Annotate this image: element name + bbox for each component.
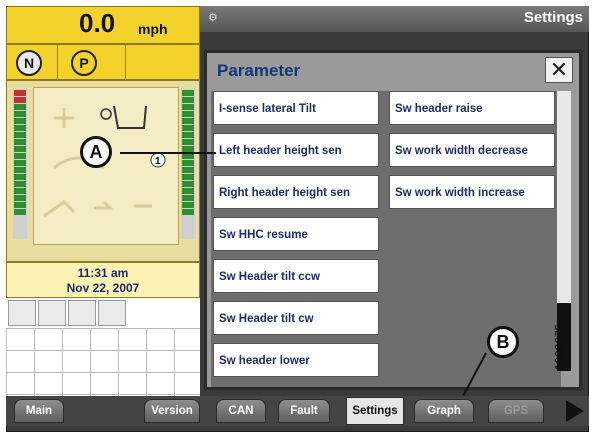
reel-aft-icon[interactable] xyxy=(98,300,126,326)
parameter-item[interactable]: Sw HHC resume xyxy=(213,217,379,251)
speed-readout: 0.0 mph xyxy=(6,6,200,44)
callout-a: A xyxy=(80,136,112,168)
right-height-gauge xyxy=(181,89,195,239)
knife-icon[interactable] xyxy=(38,300,66,326)
parameter-item[interactable]: Sw header raise xyxy=(389,91,555,125)
parameter-item[interactable]: Sw work width increase xyxy=(389,175,555,209)
reel-fore-icon[interactable] xyxy=(68,300,96,326)
speed-value: 0.0 xyxy=(79,8,116,38)
tab-graph[interactable]: Graph xyxy=(414,399,474,423)
parameter-dialog: Parameter ✕ I-sense lateral Tilt Left he… xyxy=(204,50,582,390)
tab-bar: Main Version CAN Fault Settings Graph GP… xyxy=(6,396,589,426)
divider xyxy=(57,45,58,79)
date-time: 11:31 am Nov 22, 2007 xyxy=(6,262,200,298)
numeric-indicator: 1 xyxy=(155,156,161,167)
park-indicator: P xyxy=(71,50,97,76)
date-label: Nov 22, 2007 xyxy=(66,281,140,295)
callout-b: B xyxy=(487,326,519,358)
header-diagram-icon: 1 xyxy=(43,105,166,218)
dialog-title: Parameter xyxy=(217,61,301,80)
callout-a-leader xyxy=(120,152,216,154)
parameter-item[interactable]: Sw work width decrease xyxy=(389,133,555,167)
tab-fault[interactable]: Fault xyxy=(278,399,330,423)
parameter-item[interactable]: Sw Header tilt ccw xyxy=(213,259,379,293)
next-arrow-icon[interactable] xyxy=(566,400,584,422)
figure-number-label: 1003675 xyxy=(552,323,567,371)
figure-number: 1003675 xyxy=(552,300,590,400)
page-title: Settings xyxy=(523,9,583,26)
header-position-display: 1 xyxy=(6,80,200,262)
empty-tile-grid xyxy=(6,328,200,396)
parameter-item[interactable]: Sw header lower xyxy=(213,343,379,377)
parameter-item[interactable]: Sw Header tilt cw xyxy=(213,301,379,335)
tab-settings[interactable]: Settings xyxy=(346,397,404,425)
status-panel: 0.0 mph N P 1 11:31 am Nov 22, 2007 xyxy=(6,6,200,396)
neutral-indicator: N xyxy=(16,50,42,76)
parameter-item[interactable]: Left header height sen xyxy=(213,133,379,167)
parameter-item[interactable]: Right header height sen xyxy=(213,175,379,209)
harvester-icon[interactable] xyxy=(8,300,36,326)
tab-main[interactable]: Main xyxy=(14,399,64,423)
title-bar: ⚙ Settings xyxy=(200,6,589,32)
left-height-gauge xyxy=(13,89,27,239)
tab-can[interactable]: CAN xyxy=(216,399,266,423)
time-label: 11:31 am xyxy=(77,266,129,280)
tractor-icon: ⚙ xyxy=(208,12,218,24)
close-button[interactable]: ✕ xyxy=(545,57,573,83)
divider xyxy=(125,45,126,79)
gear-indicator: N P xyxy=(6,44,200,80)
parameter-item[interactable]: I-sense lateral Tilt xyxy=(213,91,379,125)
tab-gps: GPS xyxy=(488,399,544,423)
function-tiles xyxy=(6,298,200,328)
speed-unit: mph xyxy=(138,21,168,37)
header-icons: 1 xyxy=(33,87,179,245)
tab-version[interactable]: Version xyxy=(144,399,200,423)
